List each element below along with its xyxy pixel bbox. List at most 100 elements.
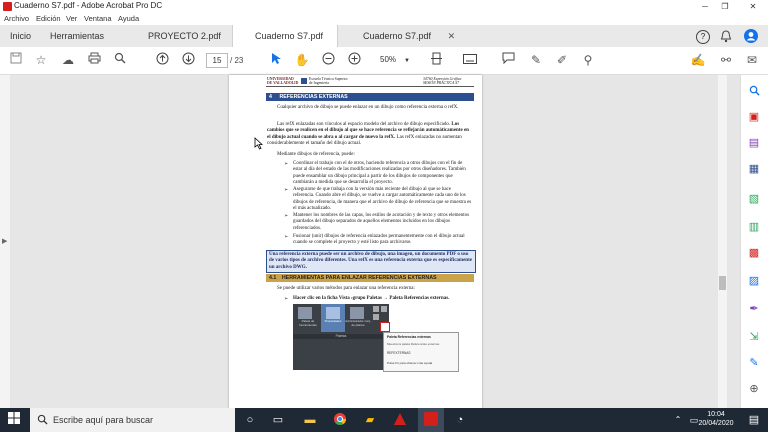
cortana-icon[interactable]: ○	[242, 412, 258, 428]
show-hidden-icons[interactable]: ⌃	[670, 412, 686, 428]
tab-label: PROYECTO 2.pdf	[148, 31, 221, 41]
menu-ventana[interactable]: Ventana	[84, 14, 112, 23]
restore-button[interactable]: ❐	[710, 0, 740, 13]
bullet-4: Fusionar (unir) dibujos de referencia en…	[293, 234, 465, 246]
paragraph-2a: Las refX enlazadas son vínculos al espac…	[277, 122, 451, 127]
acrobat-taskbar-active[interactable]	[418, 408, 444, 432]
select-cursor-icon[interactable]	[268, 52, 284, 68]
note-box: Una referencia externa puede ser un arch…	[266, 250, 476, 273]
section-4-header: 4 REFERENCIAS EXTERNAS	[266, 93, 474, 101]
bullet-mark: ➢	[284, 213, 289, 219]
stamp-icon[interactable]: ⚲	[580, 52, 596, 68]
fill-sign-icon[interactable]: ✒	[747, 302, 761, 316]
pdf-page: UNIVERSIDAD DE VALLADOLID Escuela Técnic…	[229, 75, 482, 408]
help-icon[interactable]: ?	[696, 30, 710, 44]
next-page-icon[interactable]	[180, 52, 196, 68]
menu-ayuda[interactable]: Ayuda	[118, 14, 139, 23]
compress-icon[interactable]: ⇲	[747, 330, 761, 344]
tab-inicio[interactable]: Inicio	[10, 25, 31, 47]
scrollbar-thumb[interactable]	[719, 276, 726, 290]
window-title: Cuaderno S7.pdf - Adobe Acrobat Pro DC	[14, 1, 163, 10]
account-avatar[interactable]	[744, 29, 758, 43]
notifications-icon[interactable]: ▤	[746, 412, 762, 428]
tab-cuaderno-s7[interactable]: Cuaderno S7.pdf ✕	[345, 25, 460, 47]
tab-label: Cuaderno S7.pdf	[363, 31, 432, 41]
btn-sheet-manager: Administrador conj. de planos	[345, 319, 371, 327]
bell-icon[interactable]	[720, 30, 732, 46]
page-total: / 23	[230, 56, 244, 65]
embedded-screenshot: Paleta de herramientas Propiedades Admin…	[293, 304, 390, 370]
menu-archivo[interactable]: Archivo	[4, 14, 29, 23]
combine-files-icon[interactable]: ▦	[747, 162, 761, 176]
section-number: 4	[269, 94, 272, 100]
expand-left-icon[interactable]: ▶	[2, 237, 7, 245]
export-pdf-icon[interactable]: ▤	[747, 136, 761, 150]
autocad-icon[interactable]	[392, 412, 408, 428]
scan-icon[interactable]: ▨	[747, 274, 761, 288]
create-pdf-icon[interactable]: ▣	[747, 110, 761, 124]
previous-page-icon[interactable]	[154, 52, 170, 68]
tooltip-desc: Muestra la paleta Referencias externas	[387, 342, 440, 346]
bullet-mark: ➢	[284, 296, 289, 302]
print-icon[interactable]	[86, 52, 102, 68]
xref-palette-icon	[380, 322, 390, 332]
task-view-icon[interactable]: ▭	[270, 412, 286, 428]
header-school: Escuela Técnica Superior de Ingeniería	[309, 77, 348, 85]
cloud-upload-icon[interactable]: ☁	[60, 52, 76, 68]
more-tools-icon[interactable]: ⊕	[747, 382, 761, 396]
properties-icon	[326, 307, 340, 319]
close-button[interactable]: ✕	[738, 0, 768, 13]
bullet-mark: ➢	[284, 234, 289, 240]
menu-ver[interactable]: Ver	[66, 14, 77, 23]
title-bar: Cuaderno S7.pdf - Adobe Acrobat Pro DC ─…	[0, 0, 768, 13]
vertical-scrollbar[interactable]	[718, 75, 727, 408]
folder-icon[interactable]: ▰	[362, 412, 378, 428]
clock-time: 10:04	[707, 411, 725, 418]
keyboard-icon[interactable]	[462, 52, 478, 68]
zoom-out-icon[interactable]	[320, 52, 336, 68]
tab-proyecto2[interactable]: PROYECTO 2.pdf ✕	[130, 25, 230, 63]
save-icon[interactable]	[8, 52, 24, 68]
organize-pages-icon[interactable]: ▥	[747, 220, 761, 234]
zoom-level[interactable]: 50% ▼	[372, 53, 412, 66]
mail-icon[interactable]: ✉	[744, 52, 760, 68]
app-icon[interactable]: ◔	[452, 412, 468, 428]
header-rule	[266, 86, 474, 87]
paragraph-3: Mediante dibujos de referencia, puede:	[277, 152, 355, 157]
bullet-mark: ➢	[284, 187, 289, 193]
file-explorer-icon[interactable]: ▬	[302, 412, 318, 428]
search-icon[interactable]	[112, 52, 128, 68]
tab-cuaderno-s7-active[interactable]: Cuaderno S7.pdf ✕	[232, 25, 338, 63]
menu-edicion[interactable]: Edición	[36, 14, 61, 23]
zoom-in-icon[interactable]	[346, 52, 362, 68]
edit-pdf-icon[interactable]: ▧	[747, 192, 761, 206]
taskbar-search-input[interactable]: Escribe aquí para buscar	[30, 408, 235, 432]
zoom-value: 50%	[380, 55, 397, 64]
share-link-icon[interactable]: ⚯	[718, 52, 734, 68]
comment-icon[interactable]	[500, 52, 516, 68]
star-icon[interactable]: ☆	[33, 52, 49, 68]
left-nav-strip: ▶	[0, 75, 10, 408]
pen-icon[interactable]: ✎	[528, 52, 544, 68]
paragraph-4: Se puede utilizar varios métodos para en…	[277, 286, 415, 291]
step-instruction: Hacer clic en la ficha Vista ›grupo Pale…	[293, 296, 450, 301]
bullet-mark: ➢	[284, 161, 289, 167]
chrome-icon[interactable]	[332, 412, 348, 428]
clock[interactable]: 10:04 20/04/2020	[696, 410, 736, 428]
protect-icon[interactable]: ▩	[747, 246, 761, 260]
tab-herramientas[interactable]: Herramientas	[50, 25, 104, 47]
windows-start-icon[interactable]	[6, 412, 22, 428]
fit-page-icon[interactable]	[428, 52, 444, 68]
comment-tool-icon[interactable]: ✎	[747, 356, 761, 370]
page-number-input[interactable]: 15	[206, 53, 228, 68]
toolbar: ☆ ☁ 15 / 23 ✋ 50% ▼ ✎ ✐ ⚲ ✍ ⚯ ✉	[0, 47, 768, 75]
highlighter-icon[interactable]: ✐	[554, 52, 570, 68]
search-icon[interactable]	[747, 85, 761, 99]
close-icon[interactable]: ✕	[448, 31, 456, 41]
acrobat-icon	[424, 412, 438, 426]
hand-tool-icon[interactable]: ✋	[294, 52, 310, 68]
tooltip-command: REFEXTERNAS	[387, 351, 411, 355]
btn-tool-palette: Paleta de herramientas	[299, 319, 317, 327]
acrobat-app-icon	[3, 2, 12, 11]
sign-icon[interactable]: ✍	[690, 52, 706, 68]
